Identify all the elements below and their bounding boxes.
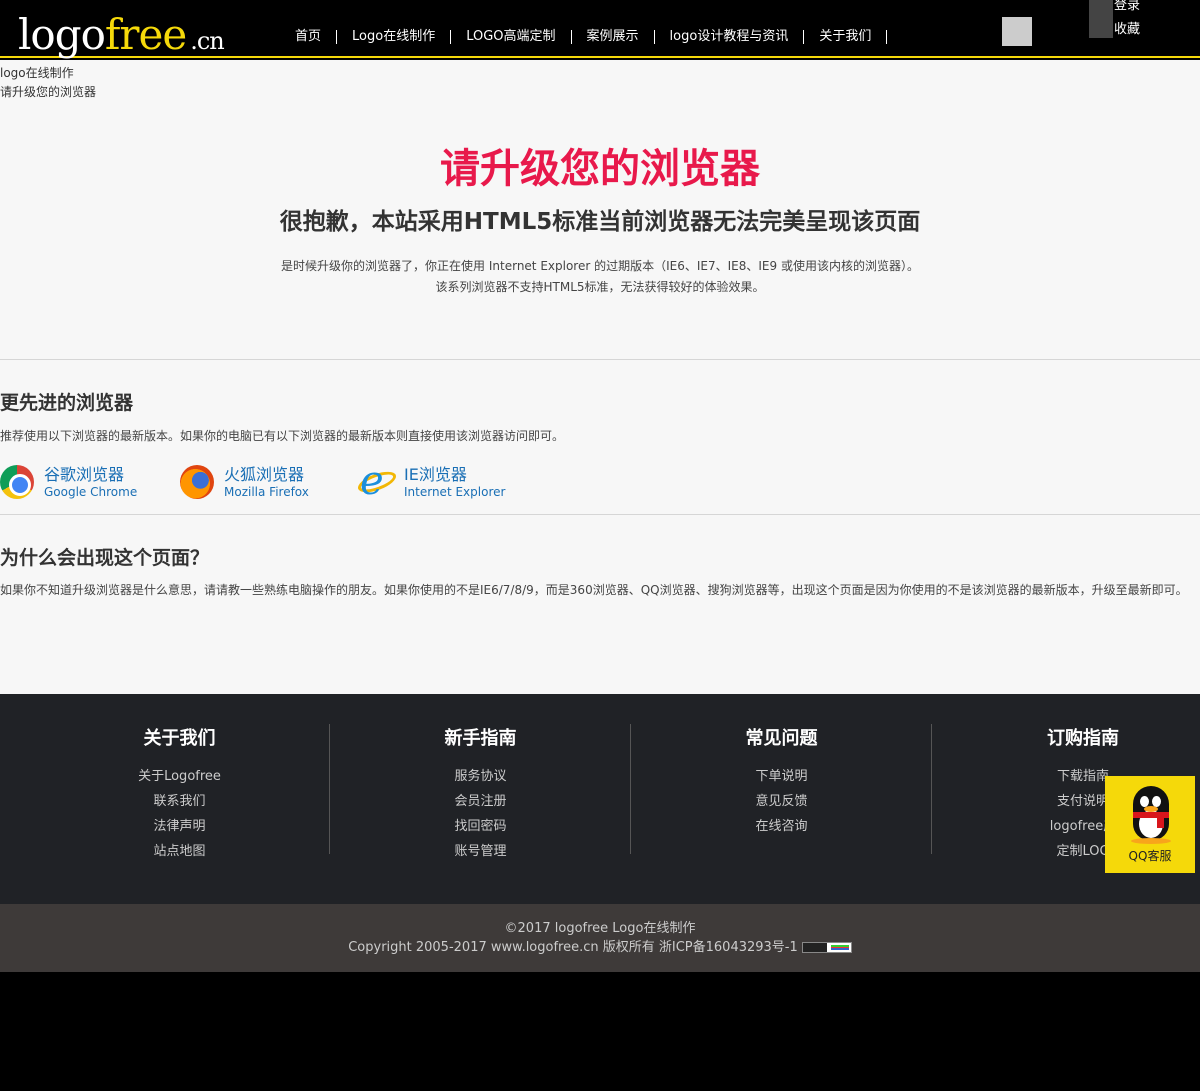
cnzz-badge-icon[interactable] [801,942,852,953]
login-link[interactable]: 登录 [1114,0,1140,14]
site-footer: 关于我们 关于Logofree 联系我们 法律声明 站点地图 新手指南 服务协议… [0,694,1200,904]
footer-column-title: 新手指南 [444,728,517,749]
nav-home[interactable]: 首页 [280,30,338,44]
footer-link[interactable]: 账号管理 [331,839,630,864]
hero-paragraph-1: 是时候升级你的浏览器了，你正在使用 Internet Explorer 的过期版… [281,259,919,273]
browser-firefox-text: 火狐浏览器 Mozilla Firefox [224,465,309,499]
copyright-bar: ©2017 logofree Logo在线制作 Copyright 2005-2… [0,904,1200,972]
hero-subtitle: 很抱歉，本站采用HTML5标准当前浏览器无法完美呈现该页面 [279,209,921,235]
logo-text-logo: logo [18,10,106,59]
footer-link[interactable]: 在线咨询 [632,814,931,839]
section-divider [0,514,1200,515]
browser-ie-en: Internet Explorer [404,485,506,499]
logo-text-free: free [104,10,187,59]
browser-firefox-name: 火狐浏览器 [224,465,305,484]
qq-service-label: QQ客服 [1128,849,1172,863]
footer-column-faq: 常见问题 下单说明 意见反馈 在线咨询 [632,724,932,854]
copyright-line-1: ©2017 logofree Logo在线制作 [504,921,696,936]
hero-title: 请升级您的浏览器 [440,146,760,192]
browser-firefox-link[interactable]: 火狐浏览器 Mozilla Firefox [180,465,309,499]
footer-link[interactable]: 站点地图 [30,839,329,864]
ie-icon: e [355,459,399,503]
footer-column-guide: 新手指南 服务协议 会员注册 找回密码 账号管理 [331,724,631,859]
copyright-line-2: Copyright 2005-2017 www.logofree.cn 版权所有… [0,939,1200,957]
browser-chrome-text: 谷歌浏览器 Google Chrome [44,465,137,499]
copyright-text: Copyright 2005-2017 www.logofree.cn 版权所有… [348,940,798,955]
search-box[interactable] [1002,17,1032,46]
breadcrumb-line-2: 请升级您的浏览器 [0,85,97,99]
penguin-scarf-tail [1157,816,1164,828]
browser-chrome-en: Google Chrome [44,485,138,499]
main-content: logo在线制作 请升级您的浏览器 请升级您的浏览器 很抱歉，本站采用HTML5… [0,60,1200,694]
main-nav: 首页 Logo在线制作 LOGO高端定制 案例展示 logo设计教程与资讯 关于… [280,28,888,46]
browsers-section-desc: 推荐使用以下浏览器的最新版本。如果你的电脑已有以下浏览器的最新版本则直接使用该浏… [0,429,565,443]
footer-link[interactable]: 服务协议 [331,764,630,789]
ie-icon-glyph: e [360,458,384,504]
footer-link[interactable]: 法律声明 [30,814,329,839]
browser-ie-text: IE浏览器 Internet Explorer [404,465,505,499]
user-avatar-block[interactable] [1089,0,1113,38]
nav-logo-online[interactable]: Logo在线制作 [337,30,452,44]
why-section-title: 为什么会出现这个页面？ [0,547,210,569]
footer-link[interactable]: 会员注册 [331,789,630,814]
browsers-section-title: 更先进的浏览器 [0,392,134,414]
browser-ie-name: IE浏览器 [404,465,467,484]
firefox-icon [180,465,214,499]
browser-firefox-en: Mozilla Firefox [224,485,309,499]
nav-cases[interactable]: 案例展示 [572,30,655,44]
browser-chrome-link[interactable]: 谷歌浏览器 Google Chrome [0,465,137,499]
hero-paragraph-2: 该系列浏览器不支持HTML5标准，无法获得较好的体验效果。 [435,280,765,294]
footer-link[interactable]: 下单说明 [632,764,931,789]
favorite-link[interactable]: 收藏 [1114,22,1140,38]
penguin-feet [1131,838,1171,844]
footer-link[interactable]: 联系我们 [30,789,329,814]
nav-logo-custom[interactable]: LOGO高端定制 [451,30,572,44]
chrome-icon [0,465,34,499]
footer-link[interactable]: 找回密码 [331,814,630,839]
why-section-desc: 如果你不知道升级浏览器是什么意思，请请教一些熟练电脑操作的朋友。如果你使用的不是… [0,583,1188,597]
logo-text-cn: .cn [190,27,225,55]
footer-column-title: 常见问题 [745,728,818,749]
footer-link[interactable]: 意见反馈 [632,789,931,814]
section-divider [0,359,1200,360]
footer-link[interactable]: 关于Logofree [30,764,329,789]
qq-penguin-icon [1123,782,1179,846]
footer-column-title: 关于我们 [143,728,216,749]
footer-column-about: 关于我们 关于Logofree 联系我们 法律声明 站点地图 [30,724,330,859]
breadcrumb-line-1: logo在线制作 [0,66,74,80]
qq-service-widget[interactable]: QQ客服 [1105,776,1195,873]
browser-ie-link[interactable]: e IE浏览器 Internet Explorer [355,459,505,503]
site-logo[interactable]: logofree .cn [18,10,225,64]
site-header: logofree .cn 首页 Logo在线制作 LOGO高端定制 案例展示 lo… [0,0,1200,58]
nav-tutorials[interactable]: logo设计教程与资讯 [655,30,805,44]
nav-about[interactable]: 关于我们 [804,30,888,44]
browser-chrome-name: 谷歌浏览器 [44,465,125,484]
footer-column-title: 订购指南 [1047,728,1119,749]
